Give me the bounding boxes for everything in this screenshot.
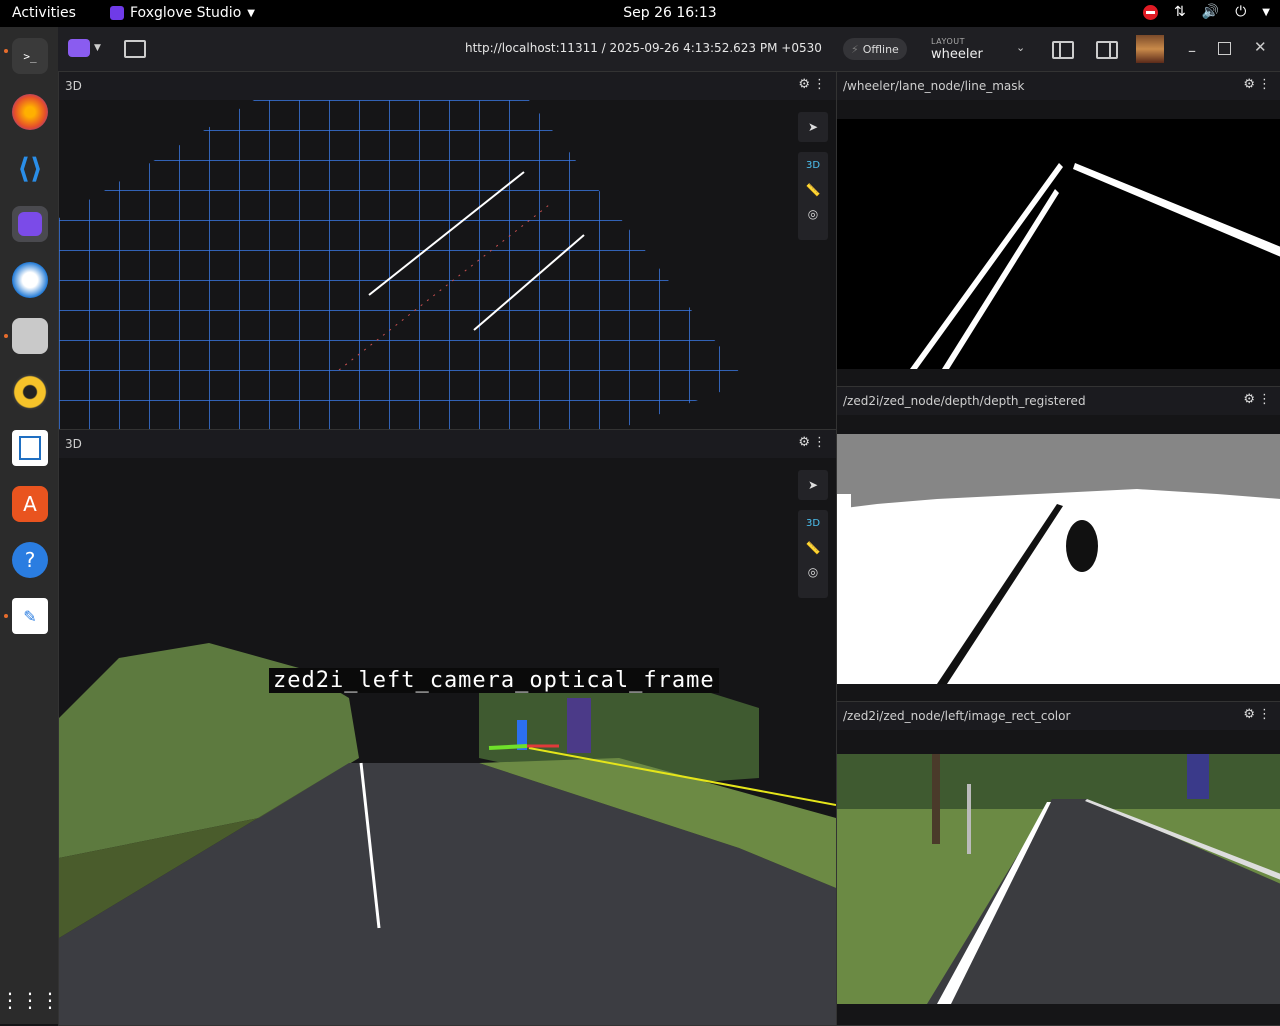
point-cloud-viewport[interactable] xyxy=(59,458,836,1025)
publish-point-icon[interactable]: ◎ xyxy=(798,565,828,579)
connection-url[interactable]: http://localhost:11311 / 2025-09-26 4:13… xyxy=(465,41,822,55)
chevron-down-icon: ▼ xyxy=(94,43,101,53)
3d-toggle-button[interactable]: 3D xyxy=(798,160,828,171)
clock[interactable]: Sep 26 16:13 xyxy=(0,5,1280,21)
system-top-bar: Activities Foxglove Studio ▼ Sep 26 16:1… xyxy=(0,0,1280,27)
system-tray[interactable]: ⇅ 🔊 ⏻ ▼ xyxy=(1143,4,1270,20)
add-panel-icon[interactable] xyxy=(124,40,146,58)
image-panel-color[interactable]: /zed2i/zed_node/left/image_rect_color ⚙ … xyxy=(836,701,1280,1026)
left-sidebar-toggle-icon[interactable] xyxy=(1052,41,1074,59)
thunderbird-icon[interactable] xyxy=(12,262,48,298)
running-indicator xyxy=(4,49,8,53)
gear-icon[interactable]: ⚙ xyxy=(798,435,810,450)
gear-icon[interactable]: ⚙ xyxy=(1243,707,1255,722)
ruler-icon[interactable]: 📏 xyxy=(798,541,828,555)
dock: >_ ⟨⟩ A ? ✎ ⋮⋮⋮ xyxy=(0,27,60,1024)
rhythmbox-icon[interactable] xyxy=(12,374,48,410)
3d-panel-top[interactable]: 3D ⚙ ⋮ ➤ 3D 📏 ◎ xyxy=(58,71,837,430)
3d-toggle-button[interactable]: 3D xyxy=(798,518,828,529)
panel-title: /wheeler/lane_node/line_mask xyxy=(843,79,1025,93)
more-icon[interactable]: ⋮ xyxy=(1258,707,1271,722)
layout-label: LAYOUT xyxy=(931,37,965,46)
gear-icon[interactable]: ⚙ xyxy=(798,77,810,92)
connection-status-badge[interactable]: ⚡ Offline xyxy=(843,38,907,60)
select-tool-icon[interactable]: ➤ xyxy=(798,470,828,500)
chevron-down-icon[interactable]: ⌄ xyxy=(1016,41,1025,54)
running-indicator xyxy=(4,334,8,338)
image-panel-line-mask[interactable]: /wheeler/lane_node/line_mask ⚙ ⋮ xyxy=(836,71,1280,387)
frame-label: zed2i_left_camera_optical_frame xyxy=(269,668,719,693)
more-icon[interactable]: ⋮ xyxy=(813,77,826,92)
lightning-icon: ⚡ xyxy=(851,42,859,56)
layout-select[interactable]: wheeler xyxy=(931,47,983,62)
camera-image xyxy=(837,754,1280,1004)
panel-header: 3D ⚙ ⋮ xyxy=(59,72,836,100)
panel-title: 3D xyxy=(65,79,82,93)
publish-point-icon[interactable]: ◎ xyxy=(798,207,828,221)
text-editor-icon[interactable]: ✎ xyxy=(12,598,48,634)
panel-header: /zed2i/zed_node/depth/depth_registered ⚙… xyxy=(837,387,1280,415)
close-icon[interactable]: ✕ xyxy=(1254,38,1267,56)
gear-icon[interactable]: ⚙ xyxy=(1243,392,1255,407)
network-icon: ⇅ xyxy=(1174,4,1186,20)
more-icon[interactable]: ⋮ xyxy=(813,435,826,450)
3d-viewport[interactable] xyxy=(59,100,836,429)
depth-image xyxy=(837,434,1280,684)
panel-title: /zed2i/zed_node/left/image_rect_color xyxy=(843,709,1071,723)
view-tools: 3D 📏 ◎ xyxy=(798,510,828,598)
axis-marker-y xyxy=(488,744,528,750)
chevron-down-icon: ▼ xyxy=(1262,6,1270,18)
running-indicator xyxy=(4,614,8,618)
panel-header: /zed2i/zed_node/left/image_rect_color ⚙ … xyxy=(837,702,1280,730)
files-icon[interactable] xyxy=(12,318,48,354)
gear-icon[interactable]: ⚙ xyxy=(1243,77,1255,92)
panel-header: 3D ⚙ ⋮ xyxy=(59,430,836,458)
select-tool-icon[interactable]: ➤ xyxy=(798,112,828,142)
foxglove-icon[interactable] xyxy=(12,206,48,242)
panel-title: 3D xyxy=(65,437,82,451)
vscode-icon[interactable]: ⟨⟩ xyxy=(12,150,48,186)
volume-icon: 🔊 xyxy=(1201,4,1220,20)
maximize-icon[interactable] xyxy=(1218,42,1231,55)
software-center-icon[interactable]: A xyxy=(12,486,48,522)
ruler-icon[interactable]: 📏 xyxy=(798,183,828,197)
status-label: Offline xyxy=(862,42,899,56)
panel-header: /wheeler/lane_node/line_mask ⚙ ⋮ xyxy=(837,72,1280,100)
more-icon[interactable]: ⋮ xyxy=(1258,77,1271,92)
ground-grid xyxy=(59,100,747,429)
foxglove-logo-icon xyxy=(68,39,90,57)
view-tools: 3D 📏 ◎ xyxy=(798,152,828,240)
line-mask-image xyxy=(837,119,1280,369)
avatar[interactable] xyxy=(1136,35,1164,63)
right-sidebar-toggle-icon[interactable] xyxy=(1096,41,1118,59)
panel-title: /zed2i/zed_node/depth/depth_registered xyxy=(843,394,1086,408)
help-icon[interactable]: ? xyxy=(12,542,48,578)
3d-panel-bottom[interactable]: 3D ⚙ ⋮ zed2i_left_camera_optical_frame ➤… xyxy=(58,429,837,1026)
firefox-icon[interactable] xyxy=(12,94,48,130)
power-icon: ⏻ xyxy=(1235,4,1247,20)
foxglove-logo-menu[interactable]: ▼ xyxy=(68,39,101,57)
banner xyxy=(567,698,591,753)
image-panel-depth[interactable]: /zed2i/zed_node/depth/depth_registered ⚙… xyxy=(836,386,1280,702)
show-apps-icon[interactable]: ⋮⋮⋮ xyxy=(0,982,60,1018)
foxglove-toolbar: ▼ http://localhost:11311 / 2025-09-26 4:… xyxy=(58,27,1280,72)
minimize-icon[interactable]: – xyxy=(1188,41,1196,60)
writer-icon[interactable] xyxy=(12,430,48,466)
more-icon[interactable]: ⋮ xyxy=(1258,392,1271,407)
terminal-icon[interactable]: >_ xyxy=(12,38,48,74)
do-not-disturb-icon xyxy=(1143,4,1159,20)
